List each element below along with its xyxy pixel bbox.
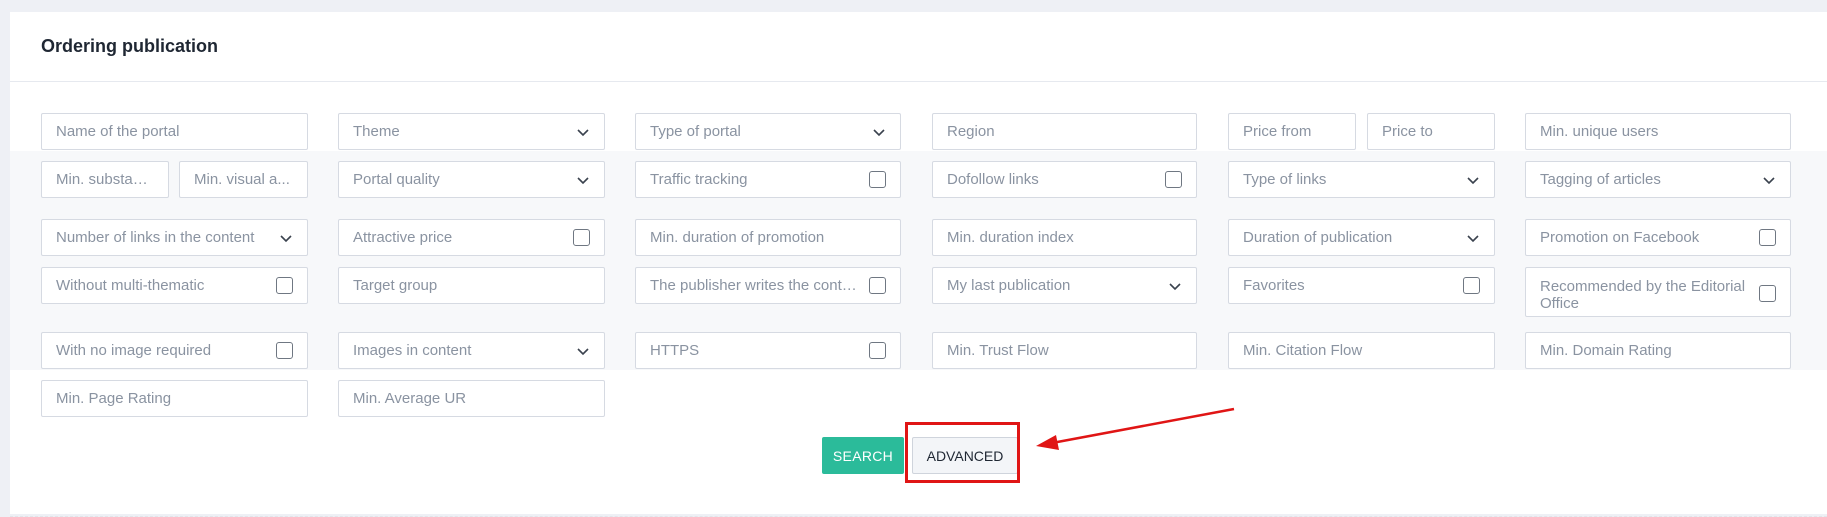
chevron-down-icon xyxy=(1762,173,1776,187)
min-substantive-input[interactable]: Min. substant... xyxy=(41,161,169,198)
annotation-arrow-icon xyxy=(1036,407,1235,450)
portal-quality-select[interactable]: Portal quality xyxy=(338,161,605,198)
checkbox-box[interactable] xyxy=(573,229,590,246)
checkbox-box[interactable] xyxy=(1463,277,1480,294)
region-input[interactable]: Region xyxy=(932,113,1197,150)
price-from-input[interactable]: Price from xyxy=(1228,113,1356,150)
min-unique-users-input[interactable]: Min. unique users xyxy=(1525,113,1791,150)
chevron-down-icon xyxy=(576,125,590,139)
chevron-down-icon xyxy=(576,344,590,358)
images-in-content-select[interactable]: Images in content xyxy=(338,332,605,369)
min-domain-rating-input[interactable]: Min. Domain Rating xyxy=(1525,332,1791,369)
min-trust-flow-input[interactable]: Min. Trust Flow xyxy=(932,332,1197,369)
chevron-down-icon xyxy=(576,173,590,187)
min-visual-input[interactable]: Min. visual a... xyxy=(179,161,308,198)
publisher-writes-checkbox[interactable]: The publisher writes the content xyxy=(635,267,901,304)
search-button[interactable]: SEARCH xyxy=(822,437,904,474)
checkbox-box[interactable] xyxy=(869,171,886,188)
https-checkbox[interactable]: HTTPS xyxy=(635,332,901,369)
chevron-down-icon xyxy=(1168,279,1182,293)
traffic-tracking-checkbox[interactable]: Traffic tracking xyxy=(635,161,901,198)
portal-name-input[interactable]: Name of the portal xyxy=(41,113,308,150)
checkbox-box[interactable] xyxy=(1165,171,1182,188)
promotion-facebook-checkbox[interactable]: Promotion on Facebook xyxy=(1525,219,1791,256)
page-title: Ordering publication xyxy=(41,36,219,56)
my-last-publication-select[interactable]: My last publication xyxy=(932,267,1197,304)
no-image-required-checkbox[interactable]: With no image required xyxy=(41,332,308,369)
duration-publication-select[interactable]: Duration of publication xyxy=(1228,219,1495,256)
min-citation-flow-input[interactable]: Min. Citation Flow xyxy=(1228,332,1495,369)
tagging-of-articles-select[interactable]: Tagging of articles xyxy=(1525,161,1791,198)
theme-select[interactable]: Theme xyxy=(338,113,605,150)
without-multithematic-checkbox[interactable]: Without multi-thematic xyxy=(41,267,308,304)
chevron-down-icon xyxy=(1466,231,1480,245)
chevron-down-icon xyxy=(279,231,293,245)
target-group-input[interactable]: Target group xyxy=(338,267,605,304)
checkbox-box[interactable] xyxy=(869,277,886,294)
favorites-checkbox[interactable]: Favorites xyxy=(1228,267,1495,304)
checkbox-box[interactable] xyxy=(276,277,293,294)
min-duration-index-input[interactable]: Min. duration index xyxy=(932,219,1197,256)
checkbox-box[interactable] xyxy=(1759,285,1776,302)
checkbox-box[interactable] xyxy=(869,342,886,359)
price-to-input[interactable]: Price to xyxy=(1367,113,1495,150)
card-header: Ordering publication xyxy=(10,12,1827,82)
chevron-down-icon xyxy=(1466,173,1480,187)
attractive-price-checkbox[interactable]: Attractive price xyxy=(338,219,605,256)
type-of-portal-select[interactable]: Type of portal xyxy=(635,113,901,150)
checkbox-box[interactable] xyxy=(1759,229,1776,246)
num-links-content-select[interactable]: Number of links in the content xyxy=(41,219,308,256)
checkbox-box[interactable] xyxy=(276,342,293,359)
min-duration-promotion-input[interactable]: Min. duration of promotion xyxy=(635,219,901,256)
annotation-highlight-box xyxy=(905,422,1020,483)
recommended-editorial-checkbox[interactable]: Recommended by the Editorial Office xyxy=(1525,267,1791,317)
dofollow-links-checkbox[interactable]: Dofollow links xyxy=(932,161,1197,198)
chevron-down-icon xyxy=(872,125,886,139)
type-of-links-select[interactable]: Type of links xyxy=(1228,161,1495,198)
